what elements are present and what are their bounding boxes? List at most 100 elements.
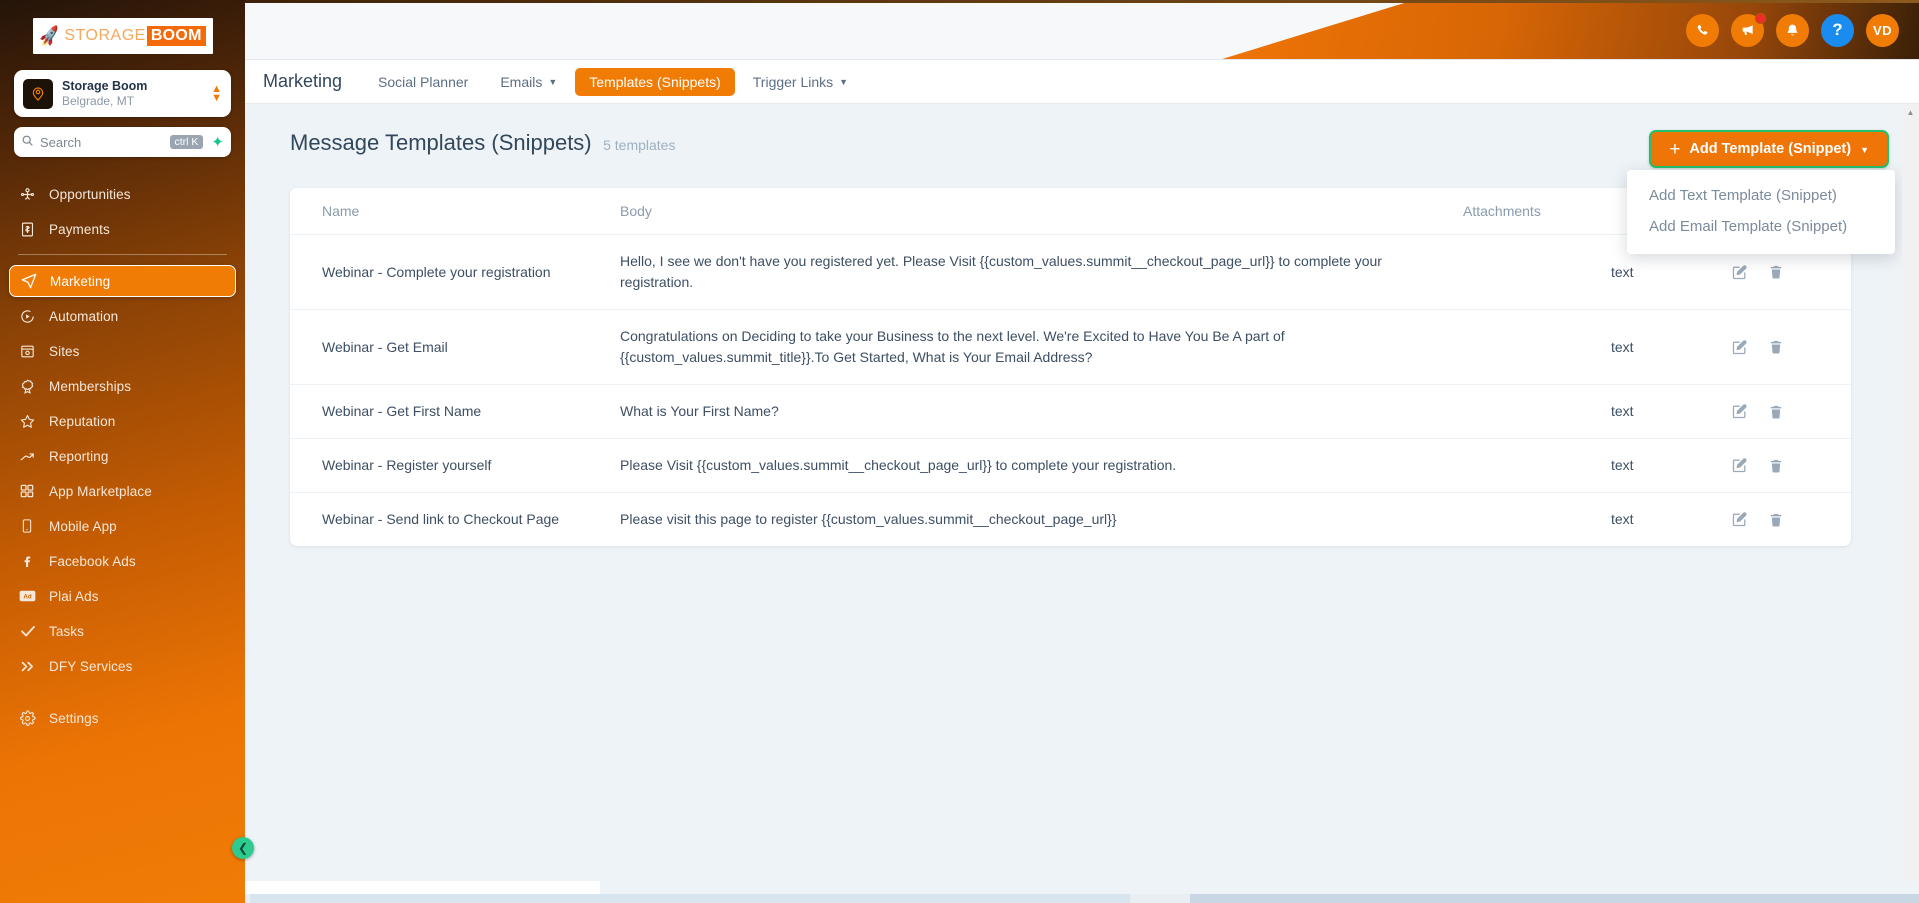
horizontal-scrollbar[interactable] bbox=[0, 881, 1919, 903]
sidebar-item-marketing[interactable]: Marketing bbox=[9, 265, 236, 297]
location-pin-icon bbox=[23, 79, 53, 109]
table-row[interactable]: Webinar - Get First Name What is Your Fi… bbox=[290, 385, 1851, 439]
add-template-button[interactable]: + Add Template (Snippet) ▼ bbox=[1649, 130, 1889, 168]
table-header-row: Name Body Attachments bbox=[290, 188, 1851, 235]
page-section-title: Marketing bbox=[263, 71, 342, 92]
trash-icon[interactable] bbox=[1768, 339, 1784, 355]
templates-table-card: Name Body Attachments Webinar - Complete… bbox=[290, 188, 1851, 546]
template-count: 5 templates bbox=[603, 137, 675, 153]
table-row[interactable]: Webinar - Complete your registration Hel… bbox=[290, 235, 1851, 310]
svg-text:Ad: Ad bbox=[23, 594, 31, 601]
cell-type: text bbox=[1611, 439, 1731, 493]
tab-emails[interactable]: Emails ▼ bbox=[486, 68, 571, 96]
page-title: Message Templates (Snippets) bbox=[290, 130, 592, 155]
trash-icon[interactable] bbox=[1768, 512, 1784, 528]
sidebar-item-sites[interactable]: Sites bbox=[9, 335, 236, 367]
sidebar-item-reputation[interactable]: Reputation bbox=[9, 405, 236, 437]
sidebar-item-payments[interactable]: Payments bbox=[9, 213, 236, 245]
tab-label: Social Planner bbox=[378, 74, 468, 90]
sidebar-search[interactable]: ctrl K ✦ bbox=[14, 127, 231, 157]
tab-trigger-links[interactable]: Trigger Links ▼ bbox=[739, 68, 862, 96]
sidebar-item-label: Plai Ads bbox=[49, 589, 99, 604]
sidebar-item-memberships[interactable]: Memberships bbox=[9, 370, 236, 402]
templates-table: Name Body Attachments Webinar - Complete… bbox=[290, 188, 1851, 546]
sidebar-item-label: Facebook Ads bbox=[49, 554, 136, 569]
page-content: Message Templates (Snippets) 5 templates… bbox=[245, 104, 1919, 881]
star-icon bbox=[19, 413, 41, 430]
add-template-group: + Add Template (Snippet) ▼ Add Text Temp… bbox=[1649, 130, 1889, 168]
sparkle-icon[interactable]: ✦ bbox=[211, 135, 224, 150]
tab-templates-snippets[interactable]: Templates (Snippets) bbox=[575, 68, 735, 96]
rocket-icon: 🚀 bbox=[38, 26, 62, 46]
header-top-accent-line bbox=[245, 0, 1919, 3]
trash-icon[interactable] bbox=[1768, 404, 1784, 420]
table-body: Webinar - Complete your registration Hel… bbox=[290, 235, 1851, 547]
cell-body: Please Visit {{custom_values.summit__che… bbox=[620, 439, 1463, 493]
cell-body: Congratulations on Deciding to take your… bbox=[620, 310, 1463, 385]
section-tabbar: Marketing Social Planner Emails ▼ Templa… bbox=[245, 60, 1919, 104]
edit-pencil-icon[interactable] bbox=[1731, 511, 1748, 528]
tab-label: Templates (Snippets) bbox=[589, 74, 721, 90]
sidebar-item-label: Mobile App bbox=[49, 519, 117, 534]
hscroll-thumb-secondary[interactable] bbox=[1190, 894, 1919, 903]
memberships-badge-icon bbox=[19, 378, 41, 395]
help-icon[interactable]: ? bbox=[1821, 14, 1854, 47]
tab-social-planner[interactable]: Social Planner bbox=[364, 68, 482, 96]
column-header-name: Name bbox=[290, 188, 620, 235]
cell-attachments bbox=[1463, 310, 1611, 385]
sidebar-item-label: Automation bbox=[49, 309, 118, 324]
cell-name: Webinar - Register yourself bbox=[290, 439, 620, 493]
announcement-megaphone-icon[interactable] bbox=[1731, 14, 1764, 47]
sidebar: 🚀 STORAGE BOOM Storage Boom Belgrade, MT… bbox=[0, 0, 245, 903]
phone-icon[interactable] bbox=[1686, 14, 1719, 47]
edit-pencil-icon[interactable] bbox=[1731, 403, 1748, 420]
menu-item-add-text-template[interactable]: Add Text Template (Snippet) bbox=[1627, 180, 1895, 211]
table-row[interactable]: Webinar - Send link to Checkout Page Ple… bbox=[290, 493, 1851, 547]
sidebar-item-automation[interactable]: Automation bbox=[9, 300, 236, 332]
sidebar-item-label: Marketing bbox=[50, 274, 110, 289]
sidebar-item-settings[interactable]: Settings bbox=[9, 702, 236, 734]
updown-chevron-icon[interactable]: ▲▼ bbox=[211, 85, 222, 103]
sidebar-item-label: Memberships bbox=[49, 379, 131, 394]
app-root: 🚀 STORAGE BOOM Storage Boom Belgrade, MT… bbox=[0, 0, 1919, 903]
sidebar-item-dfy-services[interactable]: DFY Services bbox=[9, 650, 236, 682]
avatar[interactable]: VD bbox=[1866, 14, 1899, 47]
search-input[interactable] bbox=[40, 135, 170, 150]
hscroll-thumb[interactable] bbox=[250, 894, 1130, 903]
sidebar-item-opportunities[interactable]: Opportunities bbox=[9, 178, 236, 210]
trash-icon[interactable] bbox=[1768, 264, 1784, 280]
sidebar-item-facebook-ads[interactable]: Facebook Ads bbox=[9, 545, 236, 577]
app-logo[interactable]: 🚀 STORAGE BOOM bbox=[33, 18, 213, 54]
sidebar-spacer bbox=[0, 685, 245, 699]
edit-pencil-icon[interactable] bbox=[1731, 457, 1748, 474]
edit-pencil-icon[interactable] bbox=[1731, 264, 1748, 281]
add-template-label: Add Template (Snippet) bbox=[1689, 141, 1851, 157]
sidebar-item-tasks[interactable]: Tasks bbox=[9, 615, 236, 647]
notifications-bell-icon[interactable] bbox=[1776, 14, 1809, 47]
logo-text-right: BOOM bbox=[147, 26, 206, 46]
table-row[interactable]: Webinar - Get Email Congratulations on D… bbox=[290, 310, 1851, 385]
vertical-scrollbar[interactable]: ▲ bbox=[1902, 104, 1919, 881]
sidebar-item-app-marketplace[interactable]: App Marketplace bbox=[9, 475, 236, 507]
location-name: Storage Boom bbox=[62, 79, 211, 94]
location-meta: Storage Boom Belgrade, MT bbox=[62, 79, 211, 109]
notification-badge-dot bbox=[1755, 13, 1766, 24]
main-area: ? VD Marketing Social Planner Emails ▼ T… bbox=[245, 0, 1919, 903]
menu-item-add-email-template[interactable]: Add Email Template (Snippet) bbox=[1627, 211, 1895, 242]
automation-play-icon bbox=[19, 308, 41, 325]
sidebar-divider bbox=[18, 254, 227, 255]
sidebar-item-reporting[interactable]: Reporting bbox=[9, 440, 236, 472]
sidebar-collapse-button[interactable]: ❮ bbox=[232, 837, 254, 859]
column-header-attachments: Attachments bbox=[1463, 188, 1611, 235]
location-switcher[interactable]: Storage Boom Belgrade, MT ▲▼ bbox=[14, 70, 231, 117]
page-title-group: Message Templates (Snippets) 5 templates bbox=[290, 130, 675, 156]
sidebar-item-mobile-app[interactable]: Mobile App bbox=[9, 510, 236, 542]
chevron-left-icon: ❮ bbox=[238, 841, 248, 855]
cell-name: Webinar - Send link to Checkout Page bbox=[290, 493, 620, 547]
sidebar-item-label: Opportunities bbox=[49, 187, 131, 202]
table-row[interactable]: Webinar - Register yourself Please Visit… bbox=[290, 439, 1851, 493]
edit-pencil-icon[interactable] bbox=[1731, 339, 1748, 356]
scroll-up-arrow-icon[interactable]: ▲ bbox=[1902, 104, 1919, 121]
trash-icon[interactable] bbox=[1768, 458, 1784, 474]
sidebar-item-plai-ads[interactable]: Ad Plai Ads bbox=[9, 580, 236, 612]
